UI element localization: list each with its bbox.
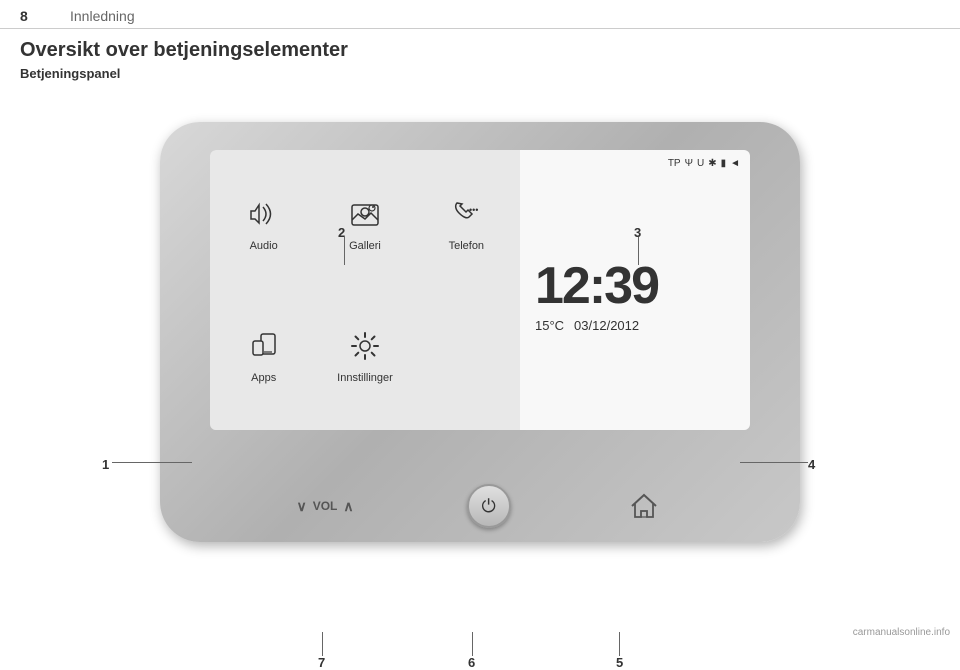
home-icon bbox=[628, 490, 660, 522]
clock-temperature: 15°C bbox=[535, 318, 564, 333]
status-signal: Ψ bbox=[685, 158, 693, 169]
telefon-icon: ••• bbox=[449, 197, 483, 236]
page-header: 8 Innledning bbox=[0, 0, 960, 29]
section-subtitle: Betjeningspanel bbox=[0, 64, 960, 87]
screen-menu-panel: Audio Galleri bbox=[210, 150, 520, 430]
clock-date-row: 15°C 03/12/2012 bbox=[535, 318, 639, 333]
svg-text:•••: ••• bbox=[469, 205, 478, 215]
device-controls: ∨ VOL ∧ ⏻ bbox=[160, 484, 800, 528]
callout-6: 6 bbox=[468, 655, 475, 670]
device-body: Audio Galleri bbox=[160, 122, 800, 542]
menu-item-empty bbox=[418, 292, 515, 420]
telefon-label: Telefon bbox=[449, 240, 484, 252]
volume-control: ∨ VOL ∧ bbox=[296, 498, 353, 515]
device-container: Audio Galleri bbox=[20, 87, 940, 577]
callout-4: 4 bbox=[808, 457, 815, 472]
section-title: Oversikt over betjeningselementer bbox=[0, 29, 960, 64]
clock-time: 12:39 bbox=[535, 258, 658, 315]
volume-up-button[interactable]: ∧ bbox=[343, 498, 353, 515]
status-battery: ▮ bbox=[721, 158, 727, 169]
apps-label: Apps bbox=[251, 372, 276, 384]
callout-7: 7 bbox=[318, 655, 325, 670]
power-icon: ⏻ bbox=[481, 496, 495, 517]
apps-icon bbox=[247, 329, 281, 368]
status-bar: TP Ψ U ✱ ▮ ◄ bbox=[530, 158, 740, 169]
innstillinger-label: Innstillinger bbox=[337, 372, 393, 384]
status-bt: ✱ bbox=[708, 158, 716, 169]
callout-1: 1 bbox=[102, 457, 109, 472]
footer-watermark: carmanualsonline.info bbox=[853, 627, 950, 638]
menu-item-innstillinger[interactable]: Innstillinger bbox=[316, 292, 413, 420]
innstillinger-icon bbox=[348, 329, 382, 368]
status-u: U bbox=[697, 158, 704, 169]
menu-item-telefon[interactable]: ••• Telefon bbox=[418, 160, 515, 288]
menu-item-audio[interactable]: Audio bbox=[215, 160, 312, 288]
callout-5: 5 bbox=[616, 655, 623, 670]
menu-item-galleri[interactable]: Galleri bbox=[316, 160, 413, 288]
clock-area: 12:39 15°C 03/12/2012 bbox=[530, 169, 740, 422]
status-tp: TP bbox=[668, 158, 681, 169]
clock-date: 03/12/2012 bbox=[574, 318, 639, 333]
audio-icon bbox=[247, 197, 281, 236]
audio-label: Audio bbox=[250, 240, 278, 252]
menu-item-apps[interactable]: Apps bbox=[215, 292, 312, 420]
power-button[interactable]: ⏻ bbox=[467, 484, 511, 528]
device-screen: Audio Galleri bbox=[210, 150, 750, 430]
screen-info-panel: TP Ψ U ✱ ▮ ◄ 12:39 15°C 03/12/2012 bbox=[520, 150, 750, 430]
galleri-label: Galleri bbox=[349, 240, 381, 252]
volume-down-button[interactable]: ∨ bbox=[296, 498, 306, 515]
page-number: 8 bbox=[20, 8, 50, 24]
main-content: Audio Galleri bbox=[0, 87, 960, 577]
volume-label: VOL bbox=[313, 499, 338, 513]
page-chapter: Innledning bbox=[70, 8, 135, 24]
home-button[interactable] bbox=[624, 486, 664, 526]
status-audio: ◄ bbox=[730, 158, 740, 169]
galleri-icon bbox=[348, 197, 382, 236]
